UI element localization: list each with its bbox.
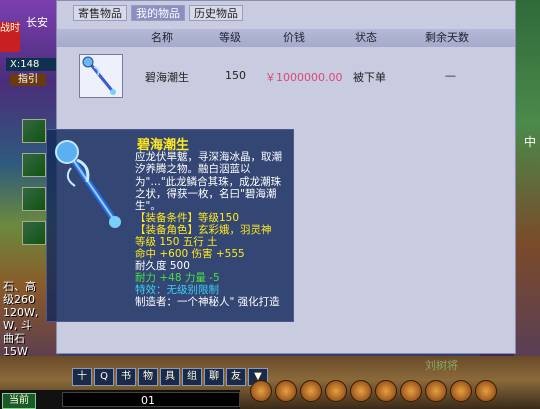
item-status: 被下单 bbox=[353, 71, 386, 84]
right-sidebar bbox=[514, 0, 540, 409]
bottom-icon-row: 十 Q 书 物 具 组 聊 友 ▼ bbox=[72, 368, 268, 386]
attack-icon[interactable] bbox=[250, 380, 272, 402]
gift-icon[interactable] bbox=[325, 380, 347, 402]
character-icon[interactable] bbox=[22, 187, 46, 211]
chat-input[interactable]: 01 bbox=[62, 392, 240, 407]
map-icon[interactable] bbox=[425, 380, 447, 402]
column-price: 价钱 bbox=[283, 31, 305, 44]
column-status: 状态 bbox=[355, 31, 377, 44]
column-days: 剩余天数 bbox=[425, 31, 469, 44]
tab-my-items[interactable]: 我的物品 bbox=[131, 5, 185, 21]
guild-icon[interactable] bbox=[475, 380, 497, 402]
tooltip-role: 【装备角色】玄彩娥，羽灵神 bbox=[135, 224, 272, 236]
table-row[interactable]: 碧海潮生 150 ￥1000000.00 被下单 — bbox=[57, 49, 515, 105]
column-name: 名称 bbox=[151, 31, 173, 44]
column-level: 等级 bbox=[219, 31, 241, 44]
action-icon-row bbox=[250, 380, 497, 402]
guide-button[interactable]: 指引 bbox=[10, 74, 46, 86]
item-price: ￥1000000.00 bbox=[265, 71, 343, 84]
tooltip-level-line: 等级 150 五行 土 bbox=[135, 236, 218, 248]
shield-icon[interactable] bbox=[22, 153, 46, 177]
list-header: 名称 等级 价钱 状态 剩余天数 bbox=[57, 29, 515, 47]
team-icon[interactable]: 组 bbox=[182, 368, 202, 386]
tooltip-requirement: 【装备条件】等级150 bbox=[135, 212, 240, 224]
staff-large-icon bbox=[51, 138, 129, 232]
quest-icon[interactable] bbox=[22, 119, 46, 143]
item-tooltip: 碧海潮生 应龙伏旱魃，寻深海冰晶，取潮汐养腾之物。融白洇蓝以为"…"此龙鳞合其珠… bbox=[46, 129, 294, 322]
settings-icon[interactable] bbox=[450, 380, 472, 402]
tooltip-special: 特效：无级别限制 bbox=[135, 284, 219, 296]
side-tag: 战时 bbox=[0, 22, 20, 52]
item-name: 碧海潮生 bbox=[145, 71, 189, 84]
system-icon[interactable] bbox=[400, 380, 422, 402]
tab-history-items[interactable]: 历史物品 bbox=[189, 5, 243, 21]
skill-icon[interactable] bbox=[275, 380, 297, 402]
tooltip-durability: 耐久度 500 bbox=[135, 260, 190, 272]
tooltip-bonus: 耐力 +48 力量 -5 bbox=[135, 272, 220, 284]
move-icon[interactable]: 十 bbox=[72, 368, 92, 386]
chat-icon[interactable]: 聊 bbox=[204, 368, 224, 386]
item-level: 150 bbox=[225, 69, 246, 82]
right-label: 中 bbox=[523, 135, 536, 149]
tab-consign-items[interactable]: 寄售物品 bbox=[73, 5, 127, 21]
stat-line: 曲石 bbox=[3, 332, 25, 345]
mail-icon[interactable] bbox=[375, 380, 397, 402]
npc-name: 刘树将 bbox=[425, 359, 458, 372]
items-icon[interactable]: 物 bbox=[138, 368, 158, 386]
chat-channel-button[interactable]: 当前 bbox=[2, 393, 36, 409]
tooltip-hit-line: 命中 +600 伤害 +555 bbox=[135, 248, 245, 260]
team-icon[interactable] bbox=[350, 380, 372, 402]
item-days: — bbox=[445, 69, 456, 82]
friend-icon[interactable]: 友 bbox=[226, 368, 246, 386]
search-icon[interactable]: Q bbox=[94, 368, 114, 386]
book-icon[interactable]: 书 bbox=[116, 368, 136, 386]
tab-bar: 寄售物品 我的物品 历史物品 bbox=[73, 5, 243, 21]
pet-icon[interactable] bbox=[22, 221, 46, 245]
city-name: 长安 bbox=[26, 16, 48, 29]
tool-icon[interactable]: 具 bbox=[160, 368, 180, 386]
left-icon-column bbox=[20, 115, 46, 255]
coordinate-readout: X:148 bbox=[6, 58, 56, 71]
tooltip-description: 应龙伏旱魃，寻深海冰晶，取潮汐养腾之物。融白洇蓝以为"…"此龙鳞合其珠，成龙潮珠… bbox=[135, 151, 282, 213]
staff-item-icon bbox=[79, 54, 123, 98]
tooltip-maker: 制造者：一个神秘人" 强化打造 bbox=[135, 296, 280, 308]
bag-icon[interactable] bbox=[300, 380, 322, 402]
